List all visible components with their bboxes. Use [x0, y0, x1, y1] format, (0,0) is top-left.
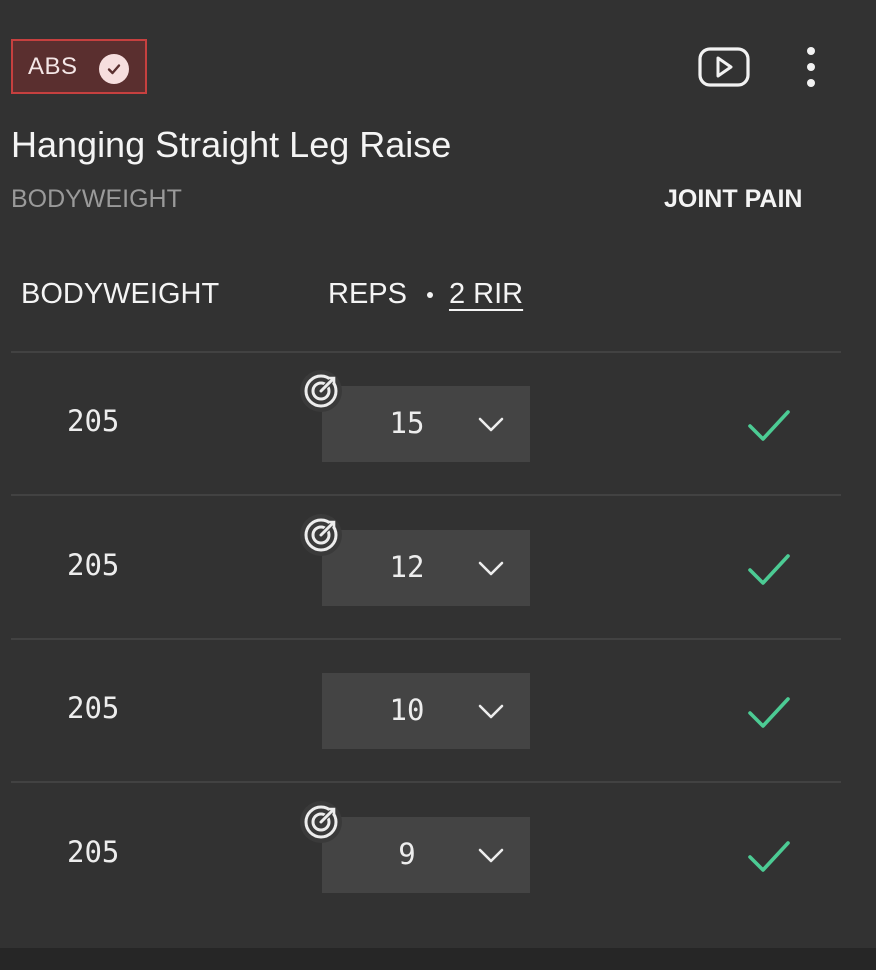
- reps-select[interactable]: 15: [322, 386, 530, 462]
- joint-pain-button[interactable]: JOINT PAIN: [664, 185, 802, 214]
- set-weight[interactable]: 205: [67, 404, 119, 438]
- reps-value: 15: [389, 406, 425, 440]
- checkmark-icon[interactable]: [746, 693, 792, 733]
- target-icon: [300, 801, 342, 843]
- checkmark-icon[interactable]: [746, 406, 792, 446]
- more-vertical-icon: [807, 47, 815, 87]
- weight-column-header: BODYWEIGHT: [21, 278, 220, 310]
- equipment-label: BODYWEIGHT: [11, 185, 182, 213]
- video-play-icon: [698, 47, 750, 87]
- reps-value: 12: [389, 550, 425, 584]
- rir-link[interactable]: 2 RIR: [449, 278, 523, 311]
- set-row: 205 9: [0, 783, 876, 925]
- set-row: 205 12: [0, 496, 876, 638]
- muscle-group-label: ABS: [28, 52, 78, 80]
- more-options-button[interactable]: [796, 44, 826, 90]
- reps-value: 10: [389, 693, 425, 727]
- set-row: 205 15: [0, 352, 876, 494]
- set-row: 205 10: [0, 639, 876, 781]
- exercise-title: Hanging Straight Leg Raise: [11, 124, 452, 165]
- reps-header-label: REPS: [328, 278, 407, 310]
- target-icon: [300, 370, 342, 412]
- reps-select[interactable]: 12: [322, 530, 530, 606]
- chevron-down-icon: [478, 704, 504, 719]
- reps-select[interactable]: 9: [322, 817, 530, 893]
- reps-column-header: REPS 2 RIR: [328, 278, 523, 311]
- reps-value: 9: [398, 837, 416, 871]
- set-weight[interactable]: 205: [67, 548, 119, 582]
- check-circle-icon: [99, 54, 129, 84]
- checkmark-icon[interactable]: [746, 837, 792, 877]
- chevron-down-icon: [478, 561, 504, 576]
- set-weight[interactable]: 205: [67, 835, 119, 869]
- set-weight[interactable]: 205: [67, 691, 119, 725]
- checkmark-icon[interactable]: [746, 550, 792, 590]
- chevron-down-icon: [478, 848, 504, 863]
- video-button[interactable]: [697, 44, 751, 90]
- separator-dot: [426, 291, 433, 298]
- target-icon: [300, 514, 342, 556]
- bottom-bar: [0, 948, 876, 970]
- reps-select[interactable]: 10: [322, 673, 530, 749]
- muscle-group-tag[interactable]: ABS: [11, 39, 147, 94]
- chevron-down-icon: [478, 417, 504, 432]
